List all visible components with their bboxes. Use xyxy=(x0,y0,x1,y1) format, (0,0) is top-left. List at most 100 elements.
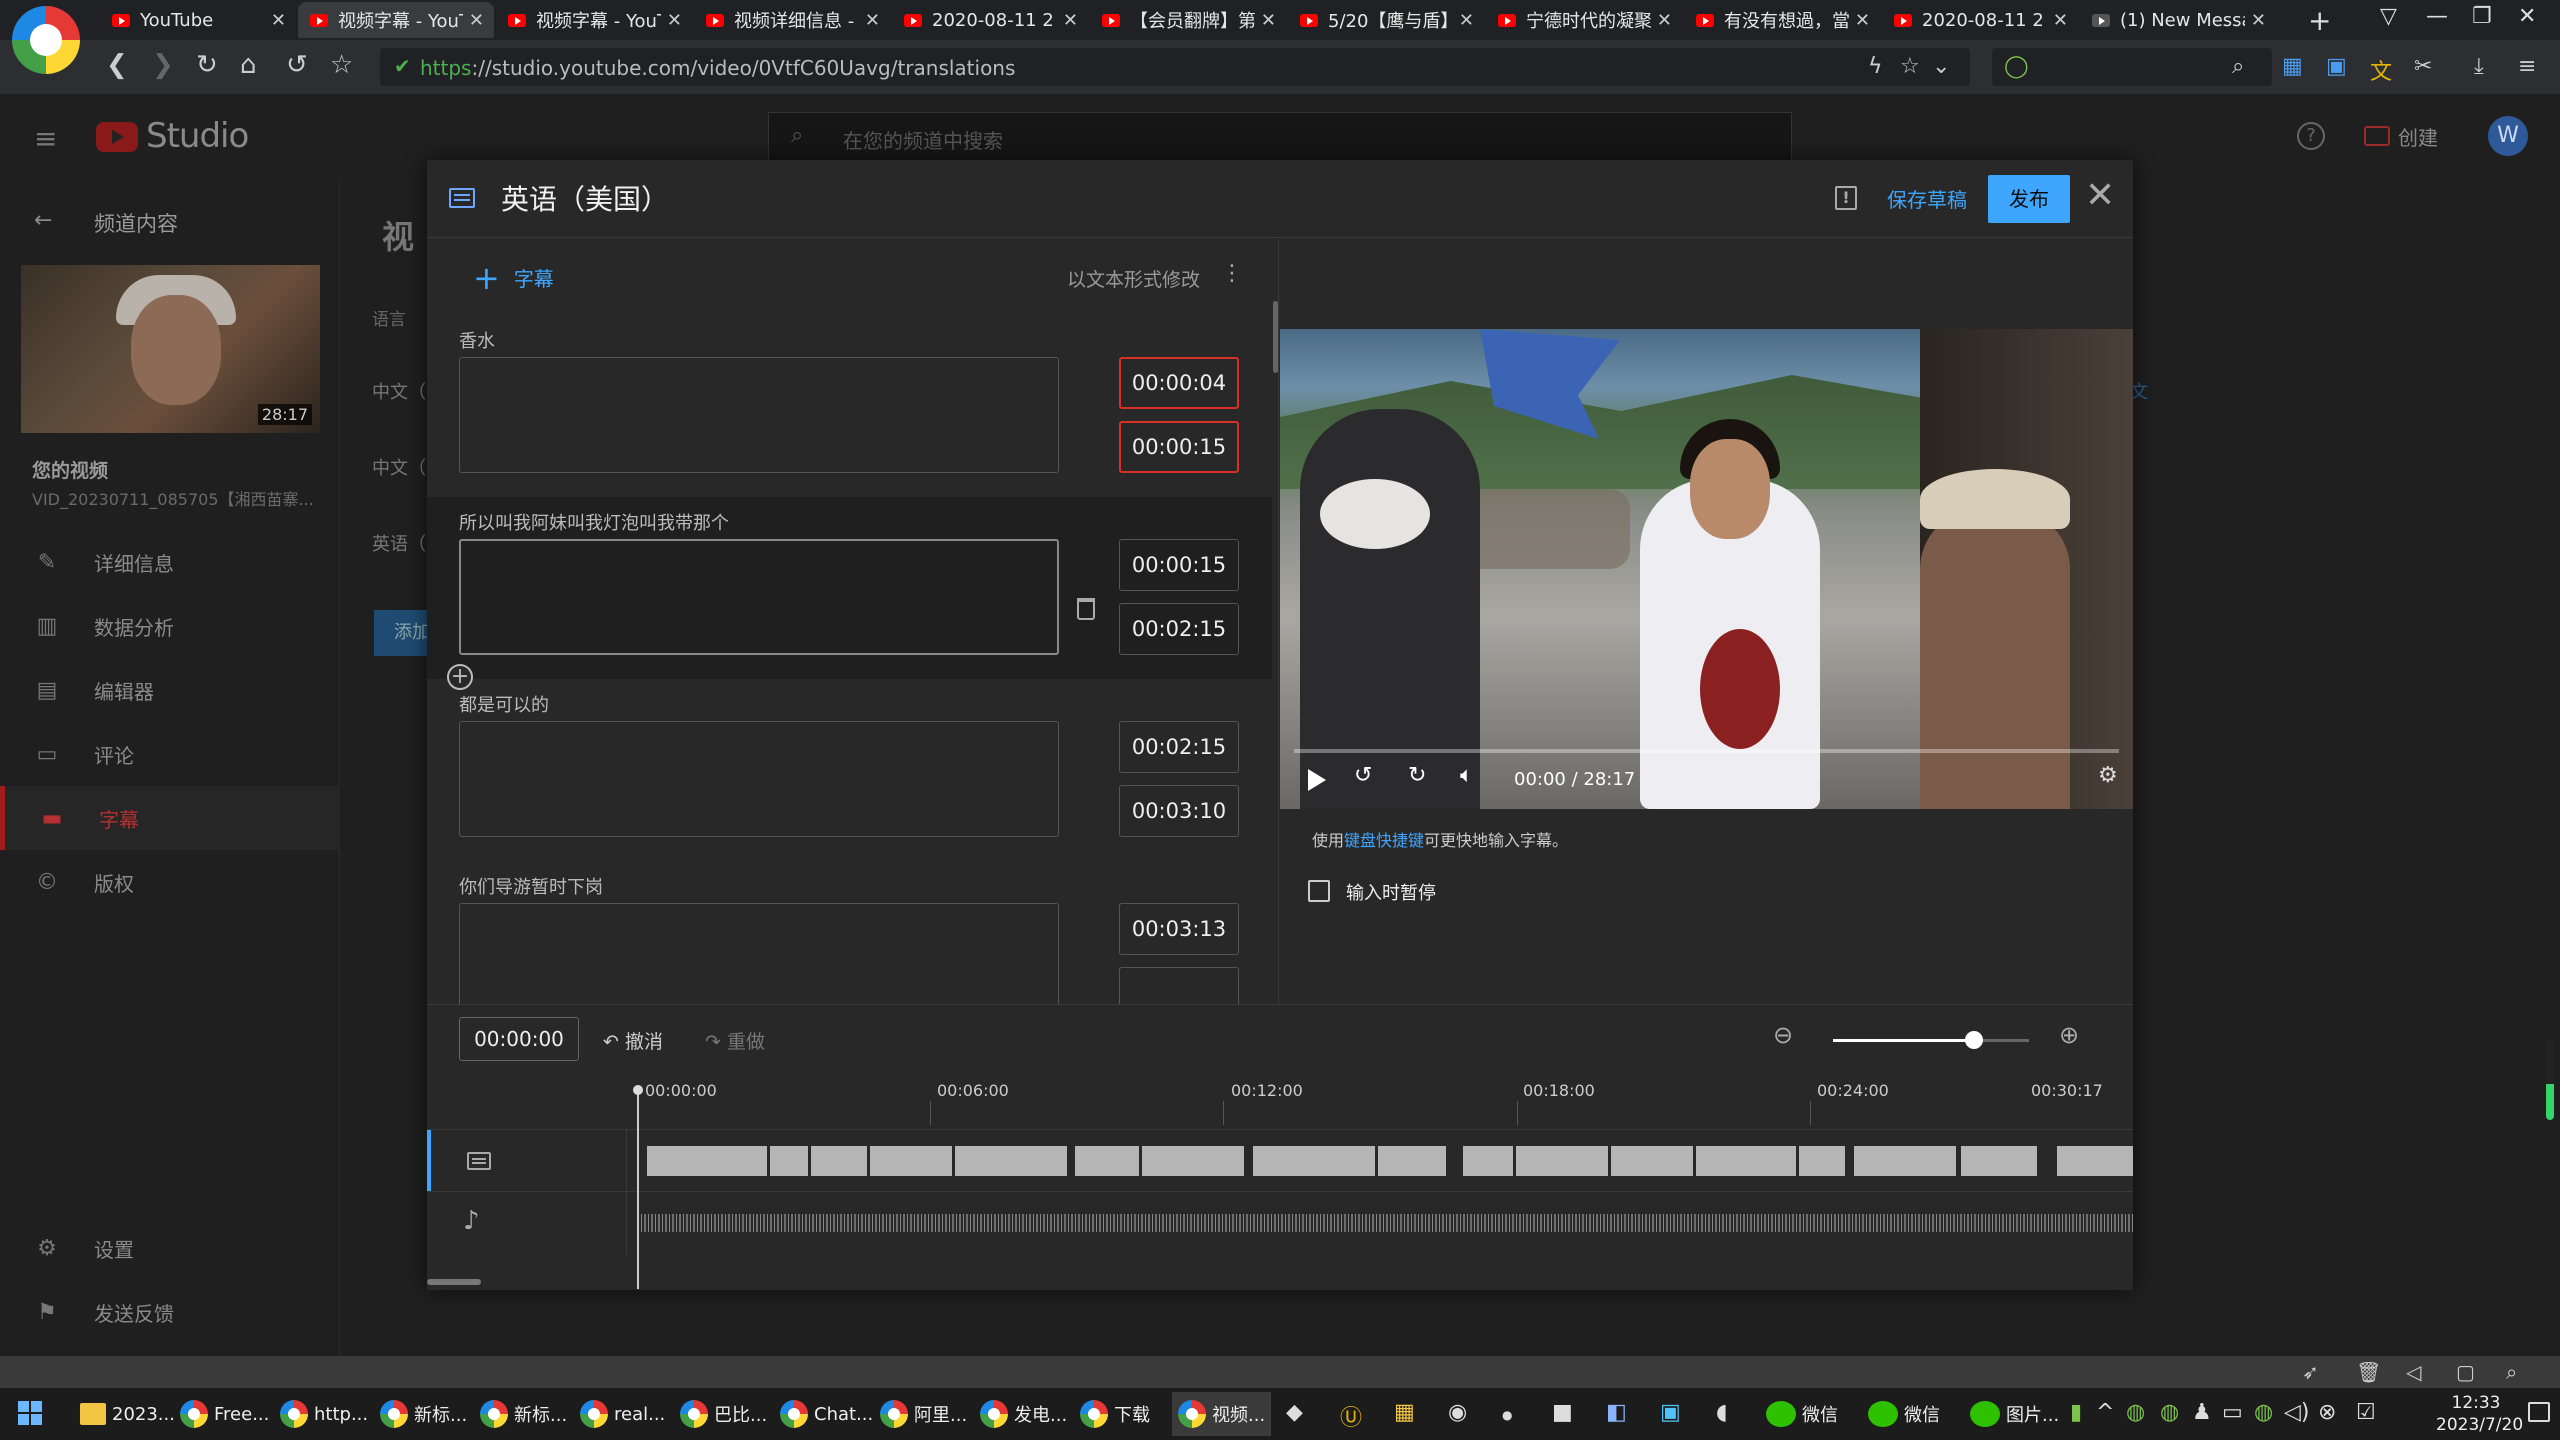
pause-while-typing-checkbox[interactable] xyxy=(1308,880,1330,902)
audio-waveform[interactable] xyxy=(637,1208,2133,1238)
caption-block[interactable] xyxy=(770,1146,808,1176)
home-icon[interactable]: ⌂ xyxy=(240,50,257,80)
taskbar-item[interactable]: 巴比... xyxy=(674,1392,773,1436)
taskbar-item[interactable]: 图片... xyxy=(1964,1392,2065,1436)
close-tab-icon[interactable]: ✕ xyxy=(1261,10,1276,31)
close-tab-icon[interactable]: ✕ xyxy=(2053,10,2068,31)
caption-text-input[interactable] xyxy=(459,903,1059,1004)
undo-close-icon[interactable]: ↺ xyxy=(286,50,308,80)
caption-block[interactable] xyxy=(1142,1146,1244,1176)
sidebar-item-settings[interactable]: ⚙ 设置 xyxy=(32,1228,332,1268)
taskbar-item[interactable]: http... xyxy=(274,1392,374,1436)
hamburger-menu-icon[interactable]: ≡ xyxy=(34,122,57,155)
caption-block[interactable] xyxy=(1253,1146,1375,1176)
sidebar-item-feedback[interactable]: ⚑ 发送反馈 xyxy=(32,1292,332,1332)
caption-text-input[interactable] xyxy=(459,357,1059,473)
app-icon[interactable]: ◆ xyxy=(1286,1400,1303,1425)
caption-text-input[interactable] xyxy=(459,539,1059,655)
insert-caption-icon[interactable]: + xyxy=(447,664,473,690)
rewind-icon[interactable]: ↺ xyxy=(1354,763,1372,788)
caption-block[interactable] xyxy=(1961,1146,2037,1176)
sidebar-item-details[interactable]: ✎ 详细信息 xyxy=(32,542,332,582)
tray-chevron-icon[interactable]: ^ xyxy=(2096,1400,2114,1425)
taskbar-item[interactable]: 2023... xyxy=(74,1392,181,1436)
dropdown-icon[interactable]: ⌄ xyxy=(1932,54,1950,79)
tab-list-icon[interactable]: ▽ xyxy=(2380,4,2397,29)
app-tray-icon[interactable]: ♟ xyxy=(2192,1400,2212,1425)
browser-logo-icon[interactable] xyxy=(12,6,80,74)
restore-icon[interactable]: ❐ xyxy=(2472,4,2492,29)
caption-block[interactable] xyxy=(2057,1146,2133,1176)
undo-button[interactable]: ↶ 撤消 xyxy=(603,1027,663,1054)
app-icon[interactable]: ◉ xyxy=(1448,1400,1467,1425)
close-tab-icon[interactable]: ✕ xyxy=(2251,10,2266,31)
avatar[interactable]: W xyxy=(2488,116,2528,156)
play-icon[interactable] xyxy=(1308,769,1326,791)
browser-search-input[interactable] xyxy=(1992,48,2272,86)
browser-tab[interactable]: 视频详细信息 - YouTube✕ xyxy=(694,2,890,38)
caption-track-label[interactable] xyxy=(427,1130,627,1192)
gear-icon[interactable]: ⚙ xyxy=(2098,763,2118,788)
speaker-icon[interactable]: ◁) xyxy=(2284,1400,2310,1425)
bookmark-star-icon[interactable]: ☆ xyxy=(330,50,353,80)
url-text[interactable]: https://studio.youtube.com/video/0VtfC60… xyxy=(420,56,1015,80)
terminal-icon[interactable]: ■ xyxy=(1552,1400,1573,1425)
browser-tab[interactable]: 【会员翻牌】第5 ✕ xyxy=(1090,2,1286,38)
timeline-scrollbar[interactable] xyxy=(427,1279,481,1285)
caption-block[interactable] xyxy=(955,1146,1067,1176)
segment-end-time[interactable]: 00:00:15 xyxy=(1119,421,1239,473)
add-language-button[interactable]: 添加 xyxy=(374,610,434,656)
playhead-handle[interactable] xyxy=(633,1085,643,1095)
caption-block[interactable] xyxy=(811,1146,867,1176)
taskbar-item[interactable]: 新标... xyxy=(474,1392,573,1436)
close-icon[interactable]: ✕ xyxy=(2085,176,2115,216)
feedback-icon[interactable]: ! xyxy=(1835,186,1857,210)
sidebar-item-subtitles[interactable]: ▬ 字幕 xyxy=(0,786,340,850)
sidebar-item-copyright[interactable]: © 版权 xyxy=(32,862,332,902)
taskbar-item[interactable]: 阿里... xyxy=(874,1392,973,1436)
youtube-logo-icon[interactable] xyxy=(96,122,138,152)
system-clock[interactable]: 12:33 2023/7/20 xyxy=(2436,1392,2523,1436)
window-close-icon[interactable]: ✕ xyxy=(2518,4,2536,29)
taskbar-item[interactable]: Free... xyxy=(174,1392,275,1436)
edit-as-text-button[interactable]: 以文本形式修改 xyxy=(1067,265,1200,292)
app-icon[interactable]: ◧ xyxy=(1606,1400,1627,1425)
studio-logo-text[interactable]: Studio xyxy=(146,116,249,156)
close-tab-icon[interactable]: ✕ xyxy=(667,10,682,31)
trash-icon[interactable]: 🗑︎ xyxy=(2356,1360,2381,1384)
caption-block[interactable] xyxy=(1075,1146,1139,1176)
pause-while-typing-label[interactable]: 输入时暂停 xyxy=(1346,879,1436,905)
segment-start-time[interactable]: 00:02:15 xyxy=(1119,721,1239,773)
caption-track[interactable] xyxy=(427,1129,2133,1192)
lightning-icon[interactable]: ϟ xyxy=(1868,54,1883,79)
close-tab-icon[interactable]: ✕ xyxy=(865,10,880,31)
caption-block[interactable] xyxy=(1378,1146,1446,1176)
app-icon[interactable]: ● xyxy=(1502,1408,1512,1422)
taskbar-item[interactable]: Chat... xyxy=(774,1392,879,1436)
download-icon[interactable]: ⤓ xyxy=(2474,54,2484,79)
channel-search-input[interactable]: ⌕ 在您的频道中搜索 xyxy=(768,112,1792,162)
audio-track[interactable]: ♪ xyxy=(427,1191,2133,1254)
browser-tab[interactable]: 2020-08-11 2 ✕ xyxy=(1882,2,2078,38)
wechat-tray-icon[interactable]: ◍ xyxy=(2126,1400,2145,1425)
keyboard-shortcuts-link[interactable]: 键盘快捷键 xyxy=(1344,831,1424,850)
search-icon[interactable]: ⌕ xyxy=(2506,1360,2517,1384)
network-icon[interactable]: ▭ xyxy=(2222,1400,2243,1425)
help-icon[interactable]: ? xyxy=(2297,122,2325,150)
language-row[interactable]: 中文（ xyxy=(372,378,426,404)
caption-block[interactable] xyxy=(647,1146,767,1176)
caption-block[interactable] xyxy=(1854,1146,1956,1176)
search-icon[interactable]: ⌕ xyxy=(2232,54,2244,79)
publish-button[interactable]: 发布 xyxy=(1988,175,2070,223)
segment-end-time[interactable]: 00:03:10 xyxy=(1119,785,1239,837)
browser-tab[interactable]: 有没有想過，當 ✕ xyxy=(1684,2,1880,38)
apps-grid-icon[interactable]: ▦ xyxy=(2282,54,2303,79)
close-tab-icon[interactable]: ✕ xyxy=(1459,10,1474,31)
add-caption-button[interactable]: + 字幕 xyxy=(473,262,554,294)
close-tab-icon[interactable]: ✕ xyxy=(1063,10,1078,31)
trash-icon[interactable] xyxy=(1077,598,1095,620)
minimize-icon[interactable]: — xyxy=(2426,4,2448,29)
reload-icon[interactable]: ↻ xyxy=(196,50,218,80)
browser-tab[interactable]: 2020-08-11 2 ✕ xyxy=(892,2,1088,38)
taskbar-item[interactable]: 发电... xyxy=(974,1392,1073,1436)
